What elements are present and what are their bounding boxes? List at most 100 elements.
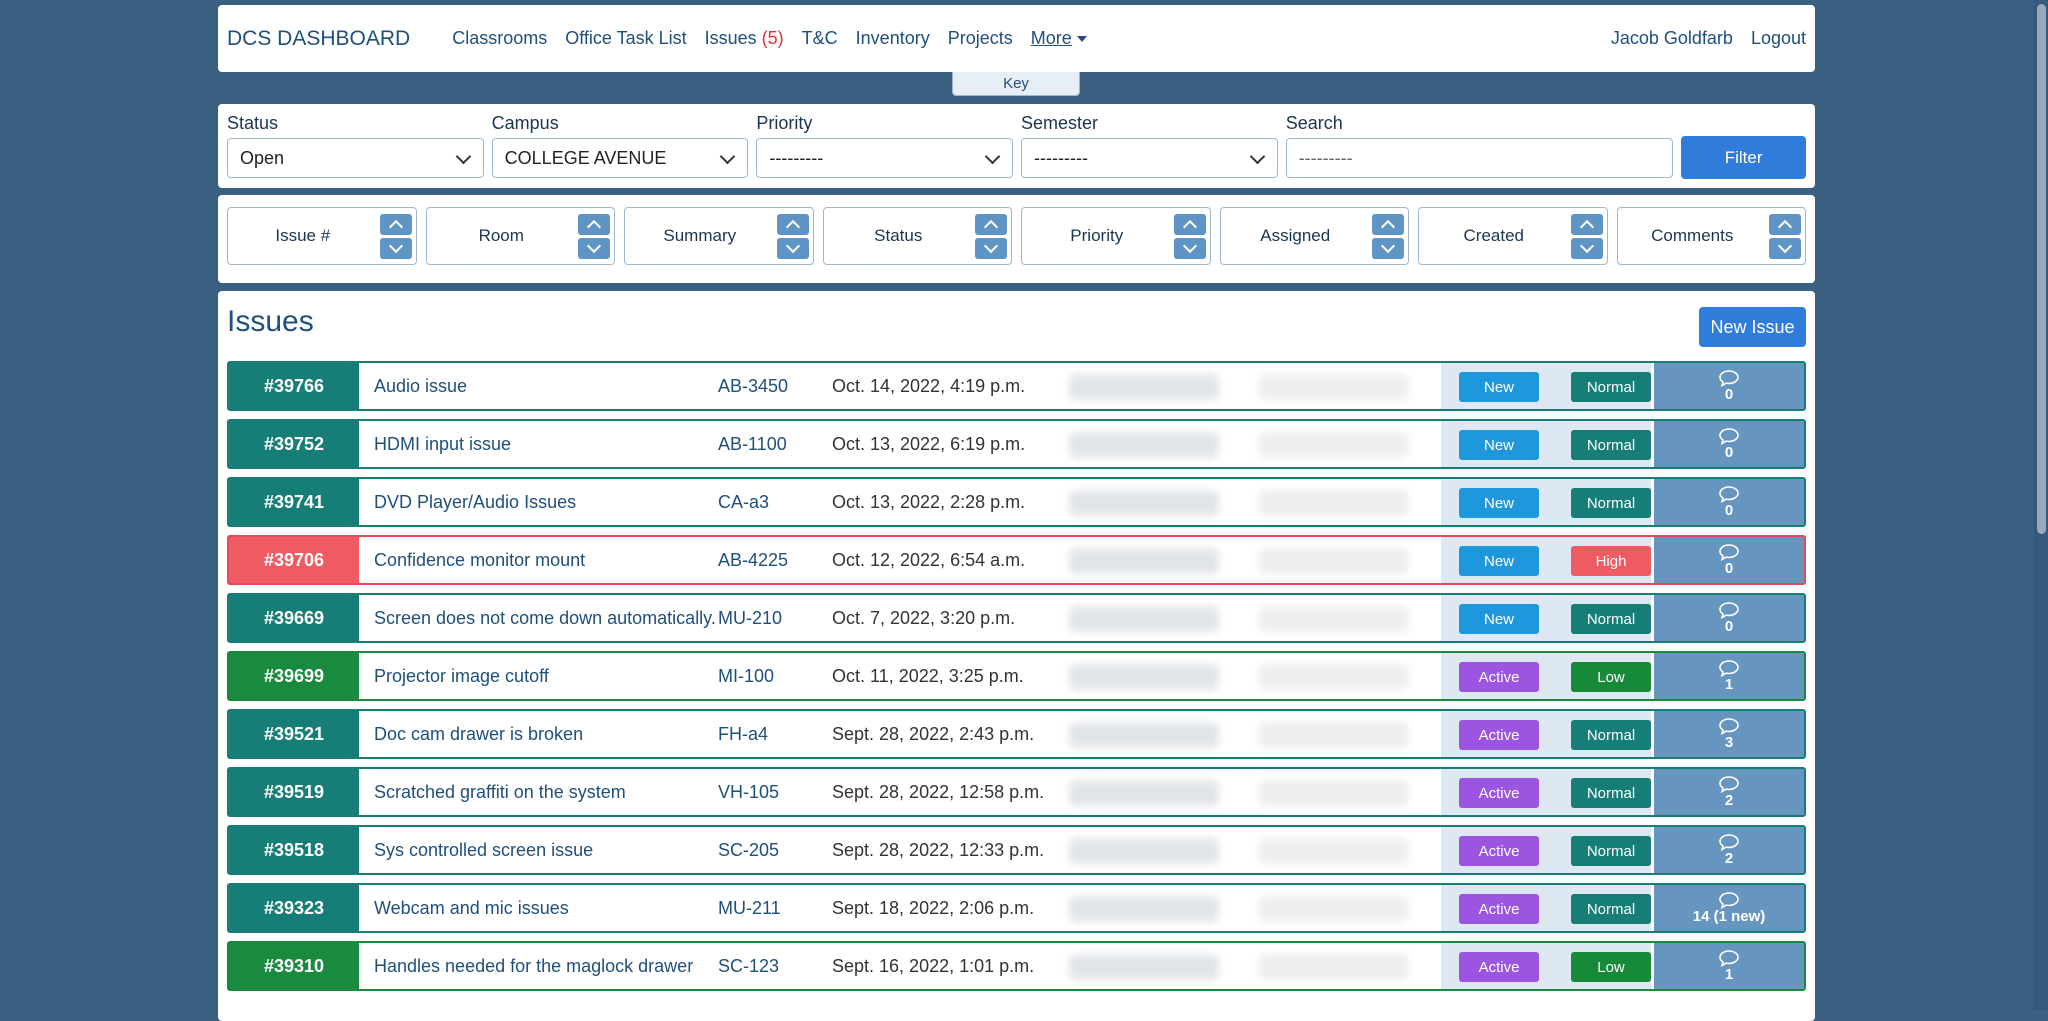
issue-summary[interactable]: Projector image cutoff [374,666,549,687]
issue-created: Sept. 28, 2022, 12:58 p.m. [832,782,1045,802]
comments-cell[interactable]: 0 [1654,421,1804,467]
chevron-up-icon[interactable] [975,214,1007,235]
chevron-down-icon[interactable] [379,238,412,259]
issue-room[interactable]: FH-a4 [718,724,768,745]
comments-cell[interactable]: 14 (1 new) [1654,885,1804,931]
table-row[interactable]: #39310 Handles needed for the maglock dra… [227,941,1806,991]
nav-office-task-list[interactable]: Office Task List [565,28,686,49]
chevron-up-icon[interactable] [1769,214,1801,235]
issue-number[interactable]: #39766 [229,363,361,409]
chevron-up-icon[interactable] [379,214,412,235]
chevron-down-icon[interactable] [776,238,809,259]
new-issue-button[interactable]: New Issue [1699,307,1806,347]
table-row[interactable]: #39521 Doc cam drawer is broken FH-a4 Sept.… [227,709,1806,759]
issue-room[interactable]: MU-211 [718,898,781,919]
issue-number[interactable]: #39521 [229,711,361,757]
table-row[interactable]: #39766 Audio issue AB-3450 Oct. 14, 2022, 4… [227,361,1806,411]
issue-room[interactable]: AB-4225 [718,550,788,571]
issue-summary[interactable]: Sys controlled screen issue [374,840,593,861]
campus-select[interactable]: COLLEGE AVENUE [491,138,749,178]
issue-summary[interactable]: Confidence monitor mount [374,550,585,571]
issue-summary[interactable]: Audio issue [374,376,467,397]
chevron-down-icon [720,148,736,165]
chevron-up-icon[interactable] [1173,214,1206,235]
nav-tc[interactable]: T&C [802,28,838,49]
issue-room[interactable]: CA-a3 [718,492,769,513]
comments-cell[interactable]: 1 [1654,653,1804,699]
search-input[interactable]: --------- [1285,138,1674,178]
chevron-down-icon[interactable] [1372,238,1404,259]
issue-summary[interactable]: Doc cam drawer is broken [374,724,583,745]
issue-room[interactable]: MU-210 [718,608,782,629]
comments-cell[interactable]: 2 [1654,769,1804,815]
status-badge: Active [1459,720,1539,750]
issue-number[interactable]: #39752 [229,421,361,467]
issue-number[interactable]: #39669 [229,595,361,641]
issue-room[interactable]: VH-105 [718,782,779,803]
issue-room[interactable]: AB-1100 [718,434,787,455]
assigned-redacted [1069,722,1219,748]
table-row[interactable]: #39323 Webcam and mic issues MU-211 Sept. 1… [227,883,1806,933]
table-row[interactable]: #39699 Projector image cutoff MI-100 Oct. 1… [227,651,1806,701]
scrollbar[interactable] [2034,0,2048,1010]
issue-summary[interactable]: Webcam and mic issues [374,898,569,919]
issue-summary[interactable]: DVD Player/Audio Issues [374,492,576,513]
issue-number[interactable]: #39310 [229,943,361,989]
nav-issues[interactable]: Issues (5) [705,28,784,49]
nav-more-dropdown[interactable]: More [1031,28,1087,49]
status-select[interactable]: Open [227,138,484,178]
chevron-down-icon[interactable] [1570,238,1603,259]
issue-summary[interactable]: HDMI input issue [374,434,511,455]
chevron-up-icon[interactable] [1372,214,1404,235]
speech-bubble-icon [1718,601,1740,619]
nav-inventory[interactable]: Inventory [856,28,930,49]
issue-room[interactable]: SC-123 [718,956,779,977]
chevron-down-icon[interactable] [975,238,1007,259]
table-row[interactable]: #39669 Screen does not come down automati… [227,593,1806,643]
comments-cell[interactable]: 2 [1654,827,1804,873]
semester-select[interactable]: --------- [1021,138,1278,178]
user-name[interactable]: Jacob Goldfarb [1611,28,1733,49]
chevron-up-icon[interactable] [1570,214,1603,235]
scrollbar-thumb[interactable] [2037,4,2046,534]
issue-summary[interactable]: Scratched graffiti on the system [374,782,626,803]
chevron-down-icon[interactable] [1173,238,1206,259]
table-row[interactable]: #39741 DVD Player/Audio Issues CA-a3 Oct. 1… [227,477,1806,527]
brand[interactable]: DCS DASHBOARD [227,27,410,51]
issue-number[interactable]: #39518 [229,827,361,873]
chevron-down-icon[interactable] [578,238,610,259]
issue-number[interactable]: #39519 [229,769,361,815]
table-row[interactable]: #39518 Sys controlled screen issue SC-205 S… [227,825,1806,875]
chevron-down-icon[interactable] [1769,238,1801,259]
nav-projects[interactable]: Projects [948,28,1013,49]
comments-cell[interactable]: 3 [1654,711,1804,757]
issue-number[interactable]: #39741 [229,479,361,525]
table-row[interactable]: #39706 Confidence monitor mount AB-4225 Oct… [227,535,1806,585]
priority-select[interactable]: --------- [756,138,1014,178]
comments-cell[interactable]: 0 [1654,363,1804,409]
issue-number[interactable]: #39699 [229,653,361,699]
comments-cell[interactable]: 0 [1654,479,1804,525]
key-tab[interactable]: Key [952,72,1080,96]
issue-room[interactable]: AB-3450 [718,376,788,397]
chevron-down-icon [1249,148,1265,165]
issue-summary[interactable]: Screen does not come down automatically. [374,608,716,629]
issue-number[interactable]: #39706 [229,537,361,583]
filter-button[interactable]: Filter [1681,136,1807,179]
issue-number[interactable]: #39323 [229,885,361,931]
table-row[interactable]: #39752 HDMI input issue AB-1100 Oct. 13, 20… [227,419,1806,469]
issue-room[interactable]: SC-205 [718,840,779,861]
comments-cell[interactable]: 0 [1654,537,1804,583]
nav-classrooms[interactable]: Classrooms [452,28,547,49]
chevron-up-icon[interactable] [776,214,809,235]
sort-buttons [1570,214,1603,259]
assigned-redacted [1069,606,1219,632]
issue-room[interactable]: MI-100 [718,666,774,687]
priority-badge: Normal [1571,778,1651,808]
table-row[interactable]: #39519 Scratched graffiti on the system VH… [227,767,1806,817]
logout-link[interactable]: Logout [1751,28,1806,49]
chevron-up-icon[interactable] [578,214,610,235]
comments-cell[interactable]: 1 [1654,943,1804,989]
comments-cell[interactable]: 0 [1654,595,1804,641]
issue-summary[interactable]: Handles needed for the maglock drawer [374,956,693,977]
